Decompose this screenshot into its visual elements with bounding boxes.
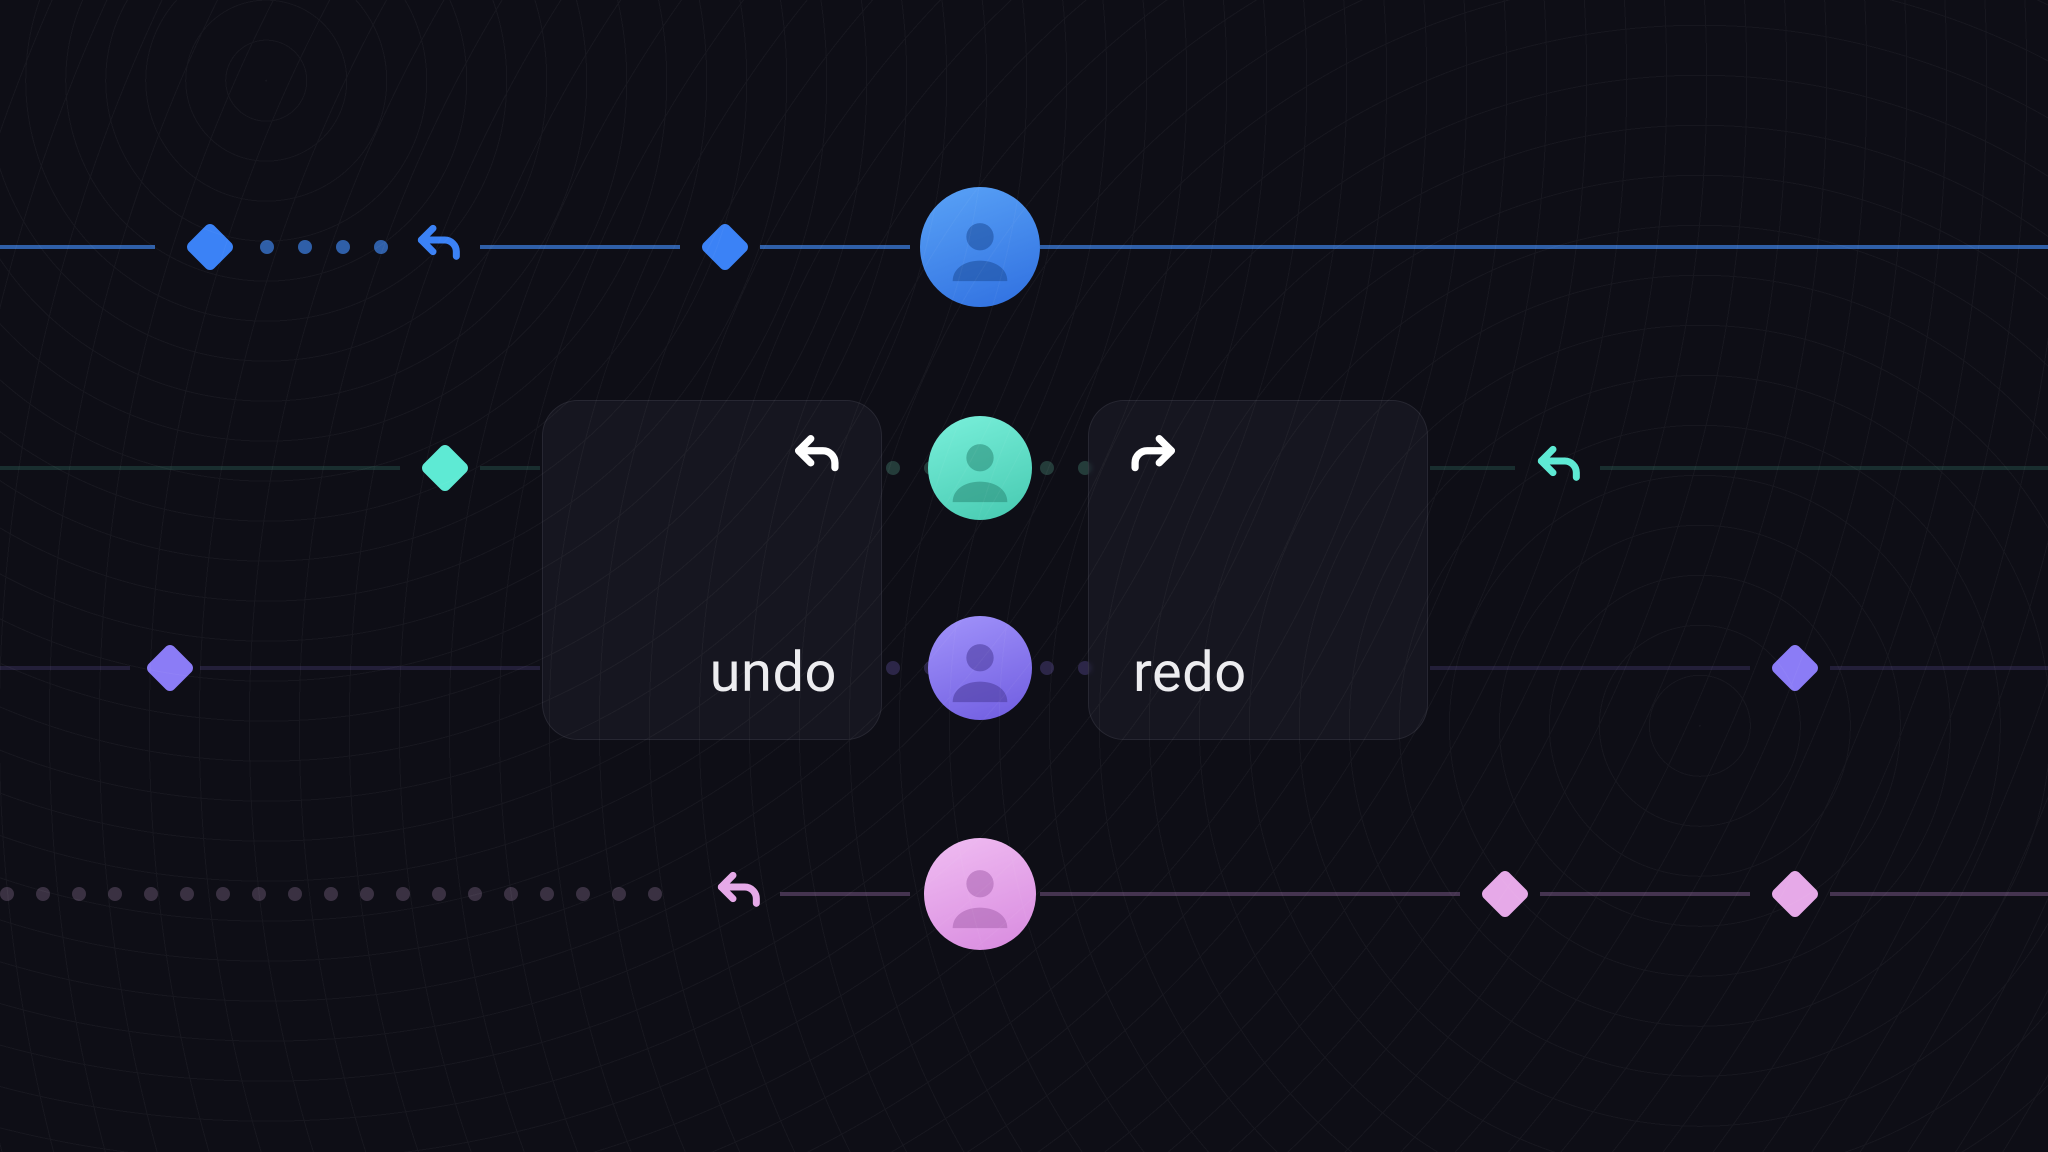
- user-avatar-blue: [920, 187, 1040, 307]
- undo-icon: [712, 866, 768, 922]
- dotted-segment: [0, 887, 680, 901]
- undo-icon: [789, 429, 847, 491]
- user-avatar-purple: [928, 616, 1032, 720]
- redo-icon: [1123, 429, 1181, 491]
- dotted-segment: [260, 240, 390, 254]
- diamond-marker: [420, 443, 471, 494]
- user-avatar-teal: [928, 416, 1032, 520]
- diamond-marker: [1480, 869, 1531, 920]
- diamond-marker: [1770, 643, 1821, 694]
- diamond-marker: [145, 643, 196, 694]
- diamond-marker: [700, 222, 751, 273]
- undo-card[interactable]: undo: [542, 400, 882, 740]
- redo-label: redo: [1133, 639, 1247, 705]
- diamond-marker: [1770, 869, 1821, 920]
- undo-icon: [412, 219, 468, 275]
- diamond-marker: [185, 222, 236, 273]
- user-avatar-pink: [924, 838, 1036, 950]
- redo-card[interactable]: redo: [1088, 400, 1428, 740]
- undo-icon: [1532, 440, 1588, 496]
- undo-label: undo: [710, 639, 837, 705]
